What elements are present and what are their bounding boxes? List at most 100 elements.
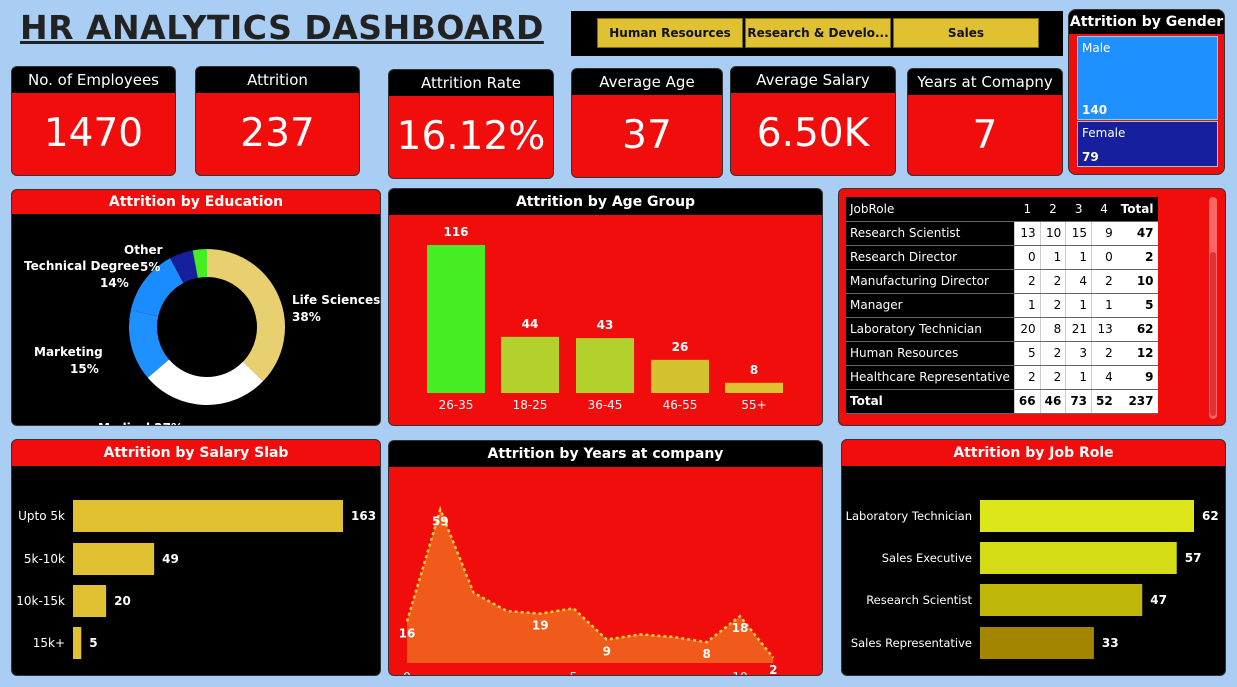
department-slicer: Human Resources Research & Develo... Sal… [571, 11, 1063, 56]
years-tick-label: 10 [732, 670, 747, 676]
age-bar-chart: 116 26-35 44 18-25 43 36-45 26 46-55 8 55+ [427, 225, 783, 412]
salary-tick-label: Upto 5k [18, 509, 65, 523]
salary-bar [73, 585, 107, 617]
jobrole-tick-label: Sales Executive [882, 551, 972, 565]
matrix-row: Healthcare Representative 2 2 1 4 9 [846, 365, 1158, 390]
matrix-cell: 66 [1013, 389, 1041, 414]
matrix-cell: 62 [1116, 317, 1158, 342]
education-title: Attrition by Education [12, 190, 380, 214]
salary-bar-value: 163 [351, 509, 376, 523]
donut-pct: 14% [100, 276, 129, 290]
donut-label: Medical 27% [98, 421, 183, 426]
matrix-row-label: Research Director [846, 245, 1015, 270]
matrix-row-label: Manufacturing Director [846, 269, 1015, 294]
gender-female-tile[interactable]: Female 79 [1077, 121, 1218, 167]
jobrole-bar [980, 584, 1143, 616]
salary-tick-label: 15k+ [33, 636, 65, 650]
matrix-row-label: Manager [846, 293, 1015, 318]
age-tick-label: 46-55 [663, 398, 698, 412]
matrix-cell: 2 [1091, 341, 1117, 366]
matrix-row-label: Total [846, 389, 1015, 414]
matrix-header-cell[interactable]: 4 [1091, 197, 1117, 222]
matrix-scrollbar-track[interactable] [1209, 197, 1217, 419]
years-title: Attrition by Years at company [389, 441, 822, 467]
jobrole-title: Attrition by Job Role [842, 440, 1225, 466]
matrix-row: Human Resources 5 2 3 2 12 [846, 341, 1158, 366]
kpi-value: 16.12% [396, 114, 546, 159]
matrix-row-label: Laboratory Technician [846, 317, 1015, 342]
gender-male-tile[interactable]: Male 140 [1077, 36, 1218, 120]
donut-pct: 38% [292, 310, 321, 324]
age-bar [651, 359, 709, 393]
donut-label: Technical Degree [24, 259, 139, 273]
education-panel: Attrition by Education Life Sciences 38% M… [11, 189, 381, 426]
age-title: Attrition by Age Group [389, 189, 822, 215]
salary-panel: Attrition by Salary Slab 163 Upto 5k 49 5k-… [11, 439, 381, 676]
kpi-value: 37 [622, 113, 672, 158]
matrix-row-label: Research Scientist [846, 221, 1015, 246]
age-bar-value: 26 [672, 340, 689, 354]
matrix-cell: 2 [1039, 341, 1066, 366]
donut-slice [207, 249, 285, 382]
matrix-header-cell[interactable]: Total [1116, 197, 1158, 222]
years-data-label: 18 [732, 621, 749, 635]
matrix-cell: 15 [1065, 221, 1092, 246]
jobrole-bar-value: 47 [1150, 593, 1167, 607]
years-data-label: 16 [399, 626, 416, 640]
matrix-cell: 2 [1039, 293, 1066, 318]
matrix-cell: 10 [1039, 221, 1066, 246]
matrix-row-label: Human Resources [846, 341, 1015, 366]
matrix-cell: 0 [1013, 245, 1041, 270]
kpi-label: Average Salary [731, 67, 895, 93]
matrix-header-jobrole[interactable]: JobRole [846, 197, 1015, 222]
years-data-label: 8 [703, 647, 711, 661]
age-tick-label: 26-35 [439, 398, 474, 412]
years-area [407, 509, 774, 663]
matrix-cell: 52 [1091, 389, 1117, 414]
matrix-cell: 8 [1039, 317, 1066, 342]
jobrole-tick-label: Laboratory Technician [846, 509, 972, 523]
kpi-average-age: Average Age 37 [571, 68, 723, 178]
matrix-cell: 2 [1116, 245, 1158, 270]
slicer-human-resources[interactable]: Human Resources [597, 18, 743, 48]
age-bar [501, 336, 559, 393]
matrix-cell: 1 [1065, 293, 1092, 318]
matrix-row: Research Director 0 1 1 0 2 [846, 245, 1158, 270]
matrix-cell: 13 [1013, 221, 1041, 246]
age-bar-value: 116 [443, 225, 468, 239]
matrix-header-cell[interactable]: 1 [1014, 197, 1041, 222]
matrix-cell: 4 [1065, 269, 1092, 294]
matrix-cell: 73 [1065, 389, 1092, 414]
kpi-value: 7 [972, 113, 998, 158]
age-bar [427, 245, 485, 393]
matrix-cell: 0 [1091, 245, 1117, 270]
slicer-research-development[interactable]: Research & Develo... [745, 18, 891, 48]
years-tick-label: 5 [570, 670, 578, 676]
matrix-cell: 47 [1116, 221, 1158, 246]
age-bar-value: 8 [750, 363, 758, 377]
age-bar [725, 382, 783, 393]
matrix-row: Total 66 46 73 52 237 [846, 389, 1158, 414]
salary-tick-label: 5k-10k [24, 552, 65, 566]
matrix-cell: 3 [1065, 341, 1092, 366]
donut-label: Marketing [34, 345, 103, 359]
years-panel: Attrition by Years at company 16 59 19 9 8 18… [388, 440, 823, 676]
matrix-cell: 5 [1013, 341, 1041, 366]
matrix-cell: 1 [1039, 245, 1066, 270]
matrix-header-cell[interactable]: 2 [1040, 197, 1066, 222]
salary-bar-value: 20 [114, 594, 131, 608]
matrix-cell: 10 [1116, 269, 1158, 294]
kpi-attrition: Attrition 237 [195, 66, 360, 176]
matrix-header-cell[interactable]: 3 [1065, 197, 1092, 222]
matrix-cell: 1 [1091, 293, 1117, 318]
jobrole-matrix-panel: JobRole 1 2 3 4 Total Research Scientist 13 10 15… [838, 188, 1226, 426]
matrix-scrollbar-thumb[interactable] [1210, 252, 1216, 416]
slicer-sales[interactable]: Sales [893, 18, 1039, 48]
matrix-cell: 4 [1091, 365, 1117, 390]
gender-label: Male [1082, 41, 1111, 55]
age-bar-value: 44 [522, 317, 539, 331]
kpi-label: Attrition [196, 67, 359, 93]
years-tick-label: 0 [403, 670, 411, 676]
donut-slice [147, 359, 263, 405]
salary-tick-label: 10k-15k [16, 594, 65, 608]
